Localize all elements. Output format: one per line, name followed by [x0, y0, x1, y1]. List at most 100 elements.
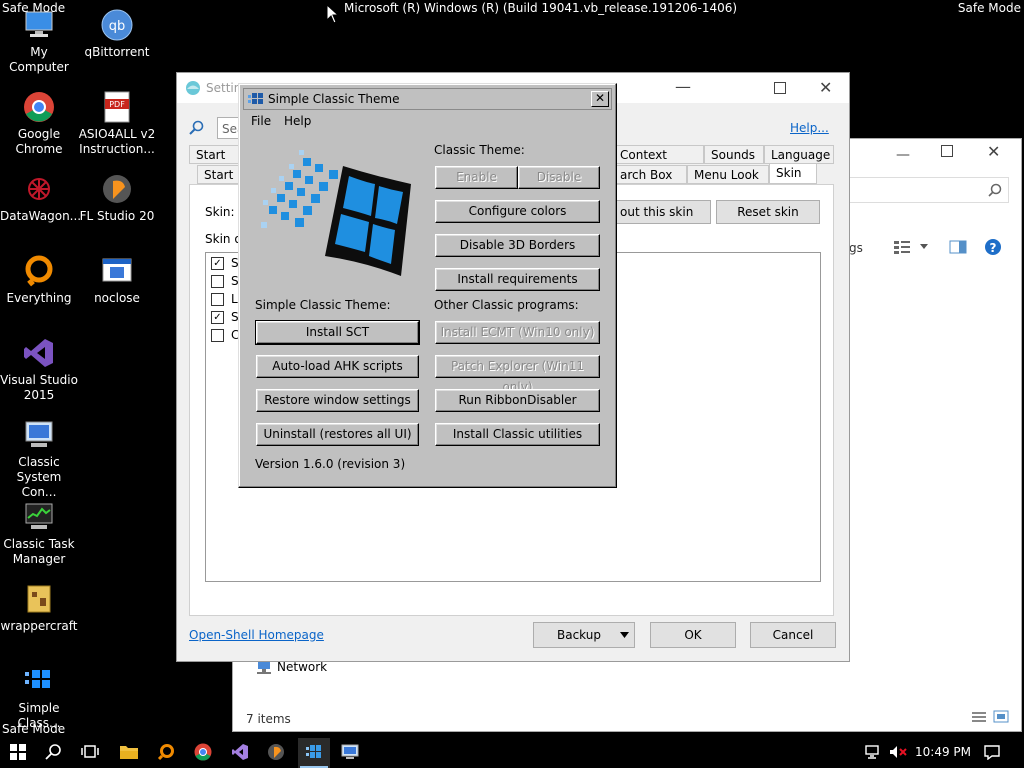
- uninstall-button[interactable]: Uninstall (restores all UI): [256, 423, 419, 446]
- tab-language[interactable]: Language: [764, 145, 834, 164]
- tab-sounds[interactable]: Sounds: [704, 145, 764, 164]
- desktop-icon-label: ASIO4ALL v2 Instruction...: [78, 127, 156, 156]
- minimize-icon[interactable]: —: [675, 77, 691, 96]
- cancel-button[interactable]: Cancel: [750, 622, 836, 648]
- tab-start-button[interactable]: Start Bu: [189, 145, 245, 181]
- reset-skin-button[interactable]: Reset skin: [716, 200, 820, 224]
- close-icon[interactable]: ✕: [591, 91, 609, 107]
- mouse-cursor-icon: [326, 4, 338, 24]
- backup-label: Backup: [557, 628, 601, 642]
- safe-mode-label-top-right: Safe Mode: [957, 1, 1021, 15]
- sct-section-label: Simple Classic Theme:: [255, 298, 391, 312]
- install-classic-utilities-button[interactable]: Install Classic utilities: [435, 423, 600, 446]
- desktop-icon-visual-studio[interactable]: Visual Studio 2015: [0, 336, 78, 403]
- desktop-icon-simple-classic[interactable]: Simple Class...: [0, 664, 78, 731]
- notifications-button[interactable]: [982, 742, 1002, 762]
- desktop-icon-everything[interactable]: Everything: [0, 254, 78, 306]
- open-shell-homepage-link[interactable]: Open-Shell Homepage: [189, 628, 324, 642]
- everything-icon: [157, 744, 174, 761]
- computer-icon: [22, 8, 56, 42]
- desktop-icon-label: Everything: [6, 291, 72, 305]
- option-checkbox-2[interactable]: [211, 275, 224, 288]
- task-view-button[interactable]: [80, 742, 100, 762]
- maximize-icon[interactable]: [774, 82, 786, 94]
- volume-tray-icon[interactable]: [888, 742, 908, 762]
- desktop-icon-my-computer[interactable]: My Computer: [0, 8, 78, 75]
- network-tray-icon[interactable]: [863, 742, 883, 762]
- svg-text:PDF: PDF: [109, 100, 125, 109]
- help-link[interactable]: Help...: [790, 121, 829, 135]
- volume-muted-icon: [890, 746, 907, 758]
- option-checkbox-3[interactable]: [211, 293, 224, 306]
- monitor-icon: [341, 744, 359, 759]
- task-manager-icon: [22, 500, 56, 534]
- qbittorrent-icon: qb: [100, 8, 134, 42]
- search-box[interactable]: [849, 177, 1009, 203]
- run-ribbon-disabler-button[interactable]: Run RibbonDisabler: [435, 389, 600, 412]
- close-icon[interactable]: ✕: [819, 78, 832, 97]
- option-checkbox-4[interactable]: ✓: [211, 311, 224, 324]
- option-checkbox-5[interactable]: [211, 329, 224, 342]
- autoload-ahk-button[interactable]: Auto-load AHK scripts: [256, 355, 419, 378]
- restore-window-settings-button[interactable]: Restore window settings: [256, 389, 419, 412]
- windows-classic-logo: [261, 150, 411, 276]
- taskbar-simple-classic-theme[interactable]: [304, 742, 324, 762]
- disable-3d-borders-button[interactable]: Disable 3D Borders: [435, 234, 600, 257]
- desktop-icon-label: wrappercraft: [0, 619, 78, 633]
- install-sct-button[interactable]: Install SCT: [255, 320, 420, 345]
- notification-icon: [984, 745, 1000, 760]
- tab-skin[interactable]: Skin: [769, 163, 817, 184]
- desktop-icon-chrome[interactable]: Google Chrome: [0, 90, 78, 157]
- view-options-icon[interactable]: [893, 239, 911, 255]
- preview-pane-icon[interactable]: [949, 239, 967, 255]
- menu-file[interactable]: File: [251, 114, 271, 128]
- large-icons-view-icon[interactable]: [993, 710, 1009, 723]
- taskbar-system-control[interactable]: [340, 742, 360, 762]
- tab-context-menu[interactable]: Context Menu: [613, 145, 704, 181]
- start-button[interactable]: [8, 742, 28, 762]
- desktop-icon-label: Simple Class...: [17, 701, 61, 730]
- tab-search-box[interactable]: arch Box: [613, 165, 687, 184]
- version-label: Version 1.6.0 (revision 3): [255, 457, 406, 471]
- clock-time[interactable]: 10:49 PM: [915, 745, 971, 759]
- desktop-icon-wrappercraft[interactable]: wrappercraft: [0, 582, 78, 634]
- desktop-icon-label: FL Studio 20: [79, 209, 155, 223]
- pdf-icon: PDF: [100, 90, 134, 124]
- chevron-down-icon[interactable]: [919, 243, 929, 251]
- search-button[interactable]: [44, 742, 64, 762]
- simple-classic-theme-dialog: Simple Classic Theme ✕ File Help Classic…: [238, 83, 617, 488]
- details-view-icon[interactable]: [971, 711, 987, 723]
- install-requirements-button[interactable]: Install requirements: [435, 268, 600, 291]
- desktop-icon-noclose[interactable]: noclose: [78, 254, 156, 306]
- ok-button[interactable]: OK: [650, 622, 736, 648]
- taskbar-chrome[interactable]: [193, 742, 213, 762]
- disable-button[interactable]: Disable: [518, 166, 600, 189]
- about-skin-button[interactable]: out this skin: [615, 200, 711, 224]
- taskbar-everything[interactable]: [156, 742, 176, 762]
- configure-colors-button[interactable]: Configure colors: [435, 200, 600, 223]
- desktop-icon-classic-task-manager[interactable]: Classic Task Manager: [0, 500, 78, 567]
- desktop-icon-fl-studio[interactable]: FL Studio 20: [78, 172, 156, 224]
- help-icon[interactable]: ?: [984, 238, 1002, 256]
- desktop-icon-asio4all[interactable]: PDF ASIO4ALL v2 Instruction...: [78, 90, 156, 157]
- desktop-icon-label: Google Chrome: [15, 127, 63, 156]
- maximize-icon[interactable]: [941, 145, 953, 157]
- taskbar-fl-studio[interactable]: [266, 742, 286, 762]
- desktop-icon-classic-system-control[interactable]: Classic System Con...: [0, 418, 78, 500]
- patch-explorer-button[interactable]: Patch Explorer (Win11 only): [435, 355, 600, 394]
- visual-studio-icon: [232, 744, 248, 760]
- tab-menu-look[interactable]: Menu Look: [687, 165, 769, 184]
- other-programs-label: Other Classic programs:: [434, 298, 579, 312]
- close-icon[interactable]: ✕: [987, 142, 1000, 161]
- network-label[interactable]: Network: [277, 660, 327, 674]
- option-checkbox-1[interactable]: ✓: [211, 257, 224, 270]
- minimize-icon[interactable]: —: [896, 147, 910, 163]
- menu-help[interactable]: Help: [284, 114, 311, 128]
- desktop-icon-datawagon[interactable]: DataWagon...: [0, 172, 81, 224]
- install-ecmt-button[interactable]: Install ECMT (Win10 only): [435, 321, 600, 344]
- taskbar-file-explorer[interactable]: [119, 742, 139, 762]
- backup-button[interactable]: Backup: [533, 622, 635, 648]
- desktop-icon-qbittorrent[interactable]: qb qBittorrent: [78, 8, 156, 60]
- taskbar-visual-studio[interactable]: [230, 742, 250, 762]
- enable-button[interactable]: Enable: [435, 166, 518, 189]
